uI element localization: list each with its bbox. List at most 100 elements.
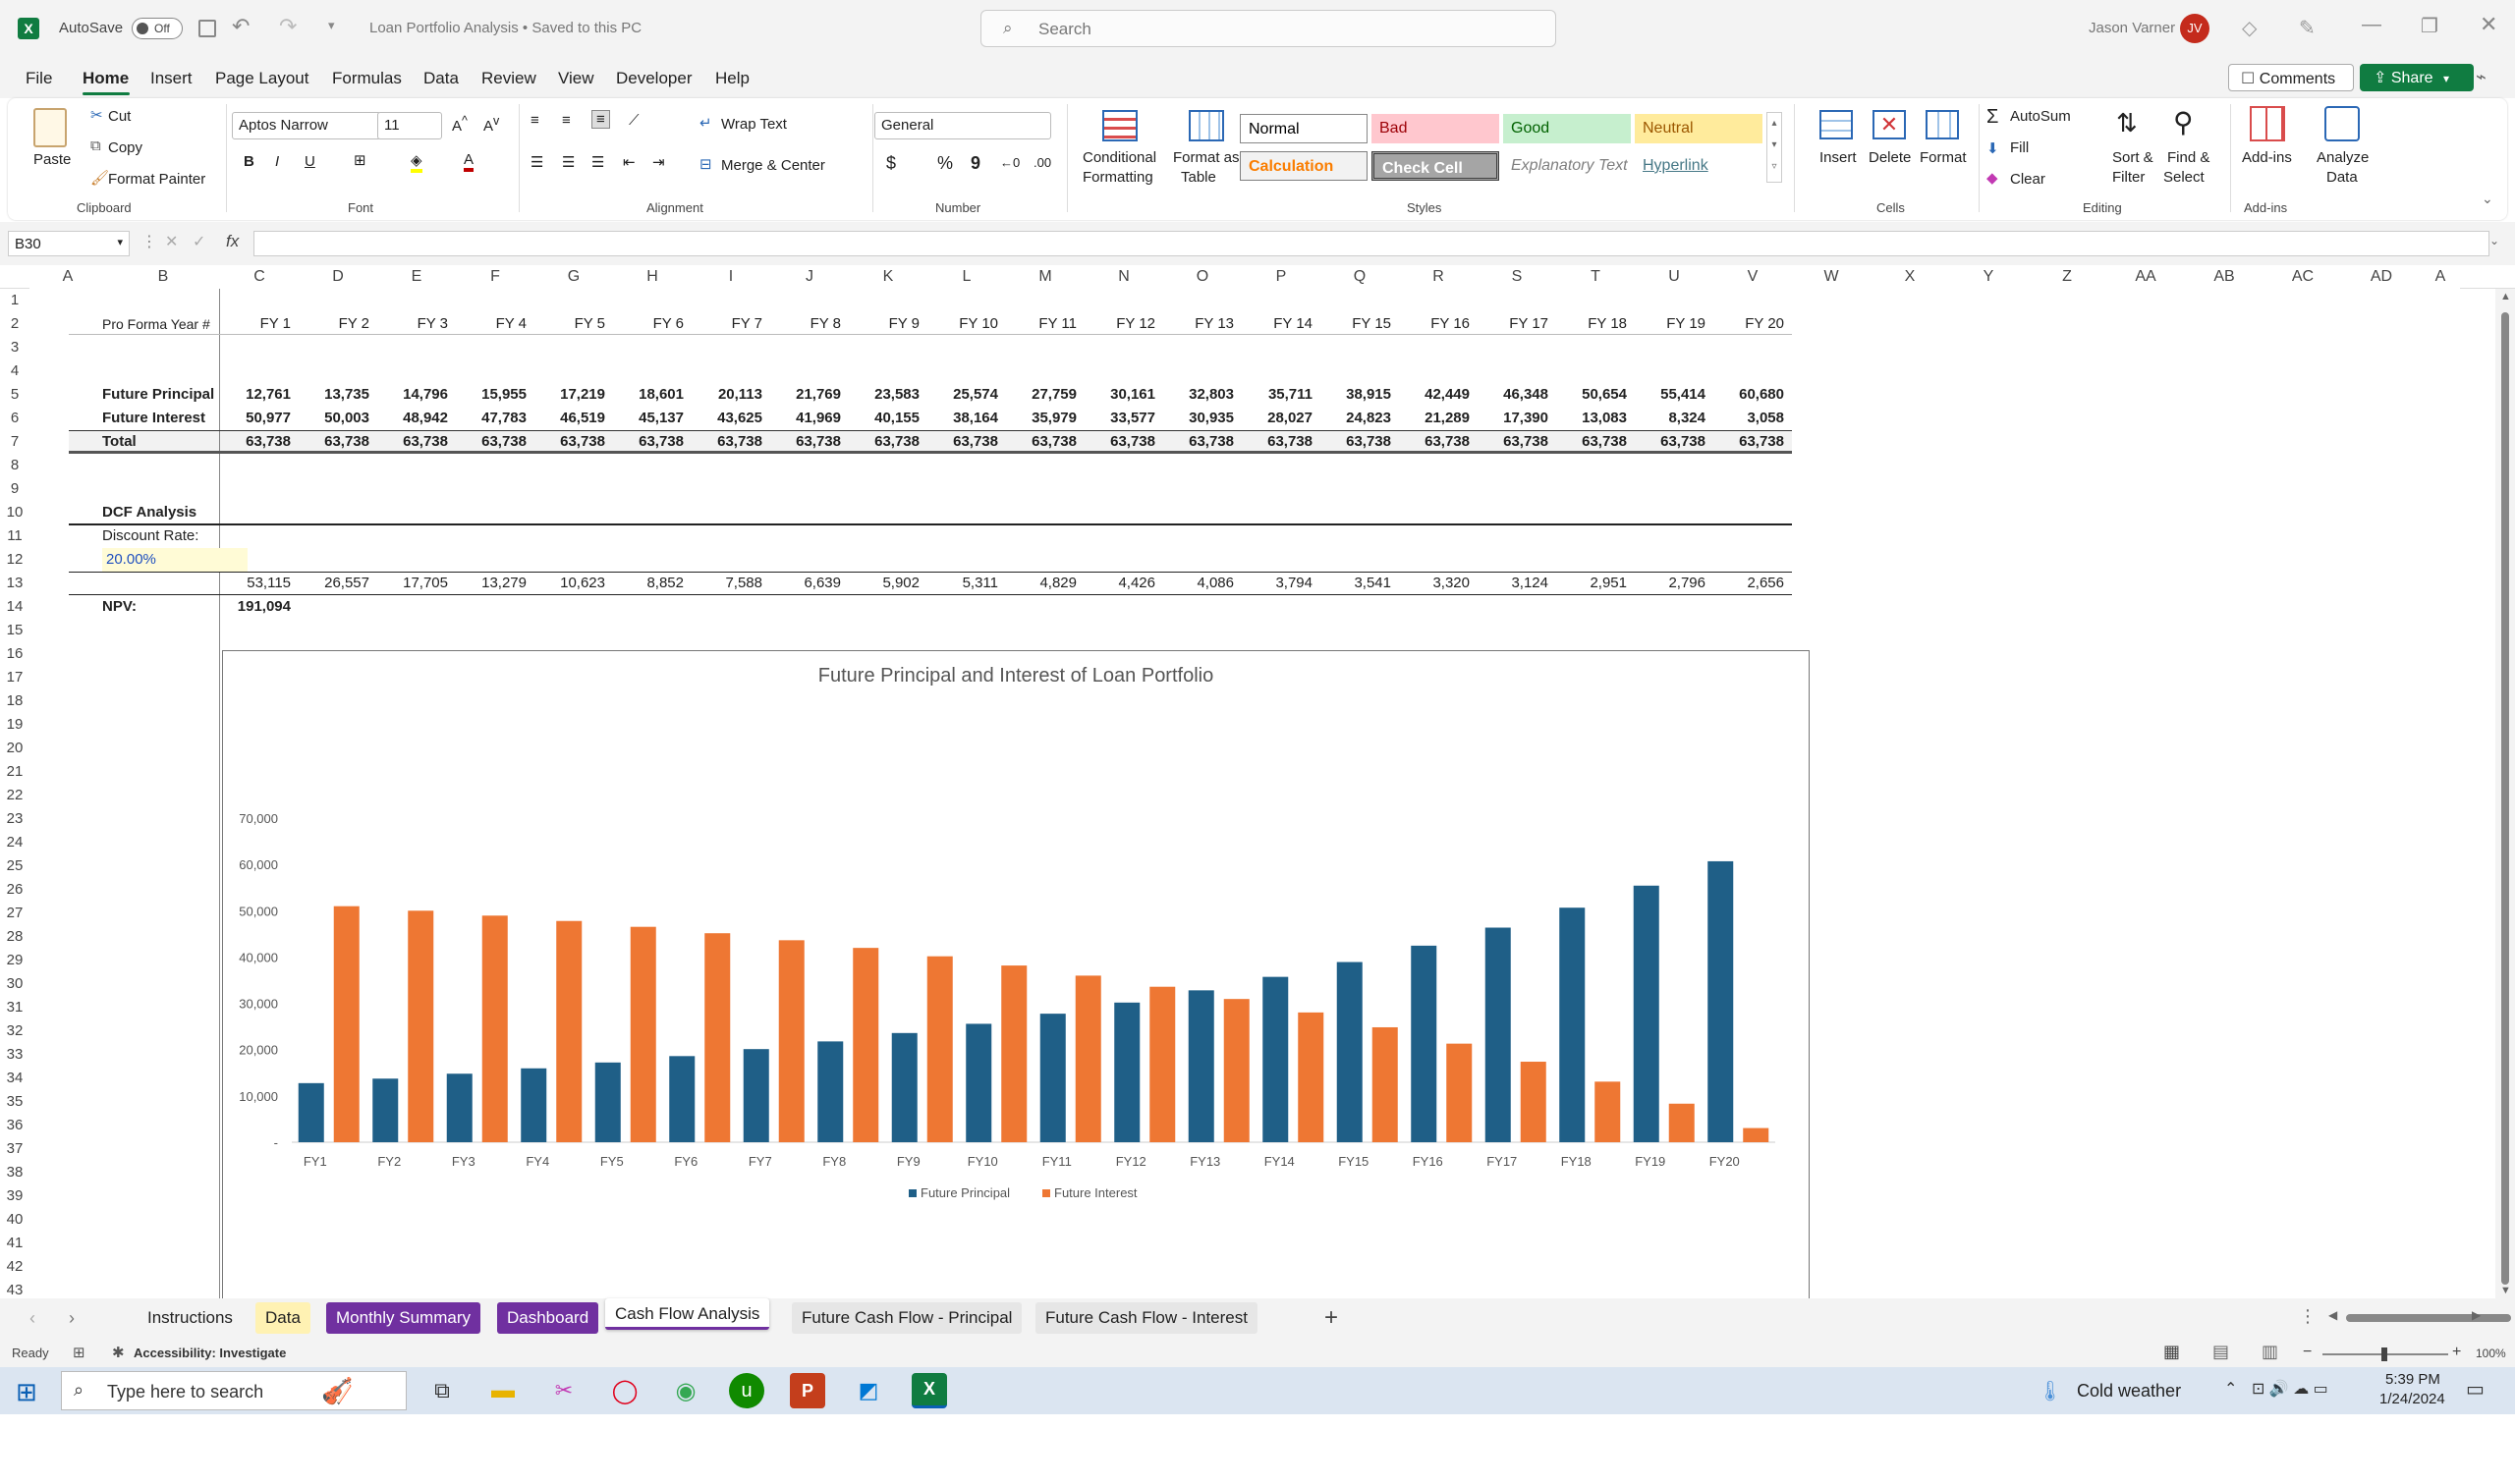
clear-button[interactable]: Clear [2010,171,2045,188]
number-format-select[interactable]: General [874,112,1051,139]
align-bottom-icon[interactable]: ≡ [591,110,610,129]
menu-developer[interactable]: Developer [616,69,693,88]
tab-options-icon[interactable]: ⋮ [2299,1306,2317,1327]
tray-icons[interactable]: ⊡ 🔊 ☁ ▭ [2252,1379,2328,1399]
copy-button[interactable]: Copy [108,139,142,156]
principal-bar[interactable] [372,1078,399,1142]
interest-value[interactable]: 43,625 [692,407,762,430]
search-box[interactable]: ⌕ Search [980,10,1556,47]
principal-value[interactable]: 35,711 [1242,383,1313,407]
sheet-tab[interactable]: Cash Flow Analysis [605,1298,770,1330]
save-icon[interactable] [198,20,216,37]
interest-bar[interactable] [481,915,508,1142]
principal-bar[interactable] [1262,976,1289,1142]
tab-next-icon[interactable]: › [69,1308,75,1329]
year-header[interactable]: FY 15 [1320,312,1391,336]
menu-page-layout[interactable]: Page Layout [215,69,308,88]
user-name[interactable]: Jason Varner [2089,20,2175,36]
principal-value[interactable]: 23,583 [849,383,920,407]
chrome-icon[interactable]: ◉ [668,1373,703,1408]
font-name-select[interactable]: Aptos Narrow [232,112,381,139]
interest-bar[interactable] [926,956,953,1142]
interest-bar[interactable] [1743,1127,1769,1142]
year-header[interactable]: FY 19 [1635,312,1705,336]
percent-icon[interactable]: % [937,153,953,174]
macro-icon[interactable]: ⊞ [73,1344,85,1361]
year-header[interactable]: FY 9 [849,312,920,336]
autosum-button[interactable]: AutoSum [2010,108,2071,125]
interest-value[interactable]: 28,027 [1242,407,1313,430]
sheet-tab[interactable]: Future Cash Flow - Interest [1035,1302,1258,1334]
interest-value[interactable]: 41,969 [770,407,841,430]
upwork-icon[interactable]: u [729,1373,764,1408]
wrap-text-button[interactable]: Wrap Text [721,116,787,133]
principal-bar[interactable] [1188,990,1214,1142]
present-value[interactable]: 3,124 [1478,572,1548,595]
menu-help[interactable]: Help [715,69,750,88]
paste-icon[interactable] [33,108,67,147]
analyze-data-button-2[interactable]: Data [2326,169,2358,186]
align-right-icon[interactable]: ☰ [591,153,604,171]
principal-bar[interactable] [1411,945,1437,1142]
principal-bar[interactable] [1633,885,1659,1142]
principal-bar[interactable] [446,1073,473,1142]
taskbar-time[interactable]: 5:39 PM [2385,1371,2440,1388]
interest-value[interactable]: 8,324 [1635,407,1705,430]
font-color-icon[interactable]: A [464,151,475,172]
font-size-select[interactable]: 11 [377,112,442,139]
interest-value[interactable]: 33,577 [1085,407,1155,430]
present-value[interactable]: 13,279 [456,572,527,595]
loan-portfolio-chart[interactable]: Future Principal and Interest of Loan Po… [222,650,1810,1375]
principal-value[interactable]: 12,761 [220,383,291,407]
more-icon[interactable]: ⋮ [141,232,157,251]
interest-bar[interactable] [1446,1043,1473,1142]
menu-insert[interactable]: Insert [150,69,193,88]
addins-button[interactable]: Add-ins [2242,149,2292,166]
principal-value[interactable]: 18,601 [613,383,684,407]
style-calculation[interactable]: Calculation [1240,151,1368,181]
conditional-formatting-button[interactable]: Conditional [1083,149,1156,166]
zoom-in-icon[interactable]: + [2452,1344,2461,1361]
taskbar-date[interactable]: 1/24/2024 [2379,1391,2445,1407]
interest-bar[interactable] [556,920,583,1142]
add-sheet-icon[interactable]: + [1324,1304,1338,1332]
orientation-icon[interactable]: ⟋ [629,112,640,129]
principal-bar[interactable] [743,1049,769,1142]
zoom-slider-thumb[interactable] [2381,1347,2387,1361]
align-middle-icon[interactable]: ≡ [562,112,571,129]
interest-bar[interactable] [408,910,434,1142]
interest-bar[interactable] [1149,986,1176,1142]
vertical-scrollbar[interactable]: ▲ ▼ [2495,289,2515,1298]
formula-input[interactable] [253,231,2489,256]
present-value[interactable]: 5,311 [927,572,998,595]
principal-bar[interactable] [817,1041,844,1142]
windows-start-icon[interactable]: ⊞ [16,1377,37,1407]
menu-review[interactable]: Review [481,69,536,88]
present-value[interactable]: 26,557 [299,572,369,595]
worksheet-grid[interactable]: A B C D E F G H I J K L M N O P Q R S T U V W X Y Z AA AB AC AD A 1234… [0,265,2515,1375]
paste-button[interactable]: Paste [33,151,71,168]
present-value[interactable]: 3,794 [1242,572,1313,595]
align-center-icon[interactable]: ☰ [562,153,575,171]
interest-value[interactable]: 50,003 [299,407,369,430]
principal-bar[interactable] [1114,1002,1141,1142]
style-bad[interactable]: Bad [1371,114,1499,143]
present-value[interactable]: 10,623 [534,572,605,595]
principal-value[interactable]: 55,414 [1635,383,1705,407]
discount-rate-input[interactable]: 20.00% [102,548,248,572]
format-painter-button[interactable]: Format Painter [108,171,205,188]
interest-bar[interactable] [1668,1103,1695,1142]
present-value[interactable]: 2,656 [1713,572,1784,595]
comma-icon[interactable]: 9 [971,153,980,174]
principal-value[interactable]: 42,449 [1399,383,1470,407]
principal-bar[interactable] [1707,860,1734,1142]
style-check-cell[interactable]: Check Cell [1371,151,1499,181]
style-normal[interactable]: Normal [1240,114,1368,143]
normal-view-icon[interactable]: ▦ [2163,1342,2180,1362]
decrease-font-icon[interactable]: Av [483,114,499,135]
document-title[interactable]: Loan Portfolio Analysis • Saved to this … [369,20,642,36]
menu-file[interactable]: File [26,69,52,88]
interest-bar[interactable] [1075,975,1101,1142]
sort-filter-button-2[interactable]: Filter [2112,169,2145,186]
interest-value[interactable]: 38,164 [927,407,998,430]
